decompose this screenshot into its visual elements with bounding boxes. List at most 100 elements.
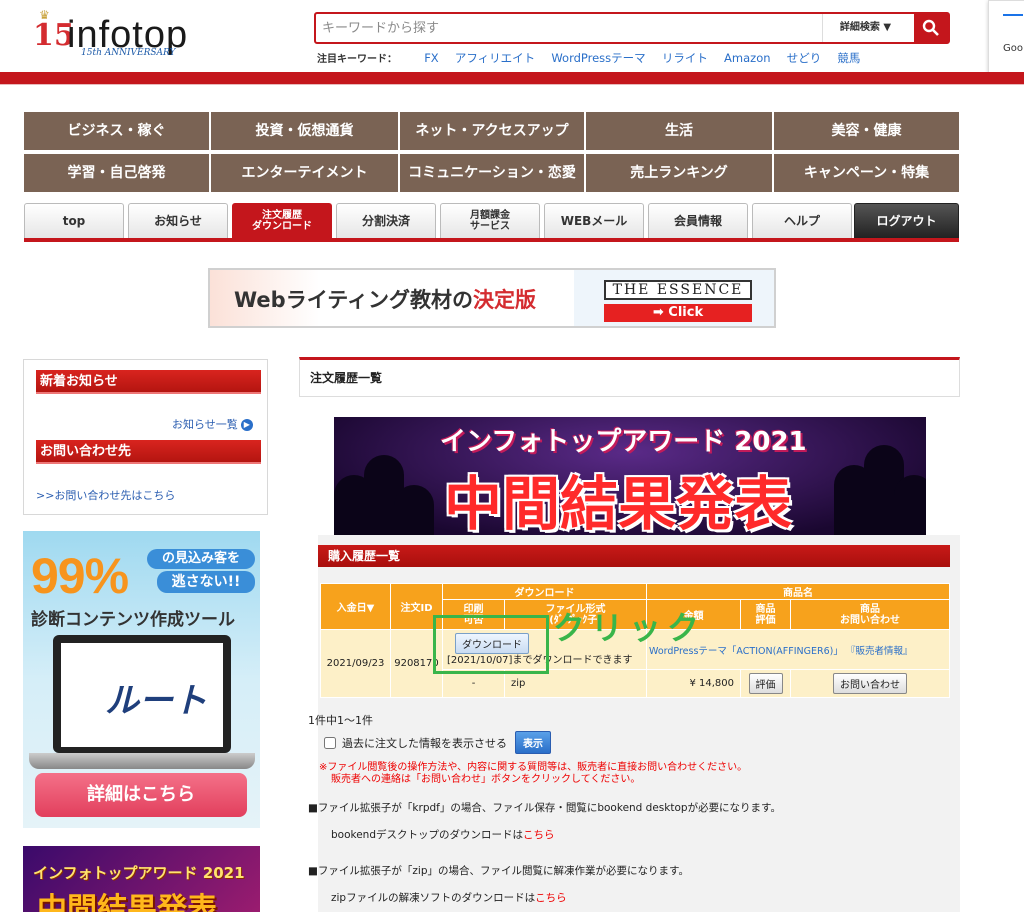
col-header-product: 商品名 [646,583,950,600]
category-campaign[interactable]: キャンペーン・特集 [774,154,959,192]
crowd-silhouette [894,475,926,535]
banner-headline: Webライティング教材の決定版 [234,284,536,314]
popup-accent-bar [1003,14,1023,16]
order-date: 2021/09/23 [320,629,391,698]
banner-right: THE ESSENCE ➡ Click [574,270,774,326]
category-investment[interactable]: 投資・仮想通貨 [211,112,398,150]
bookend-download-text: bookendデスクトップのダウンロードは [331,829,523,841]
keyword-link[interactable]: Amazon [724,51,770,65]
contact-link[interactable]: >>お問い合わせ先はこちら [36,487,175,503]
category-communication[interactable]: コミュニケーション・恋愛 [400,154,584,192]
tab-installment[interactable]: 分割決済 [336,203,436,238]
keyword-link[interactable]: リライト [662,51,708,65]
past-orders-row: 過去に注文した情報を表示させる 表示 [324,731,551,754]
page-title: 注文履歴一覧 [310,371,383,385]
banner-click-button[interactable]: ➡ Click [604,304,752,322]
bookend-download-line: bookendデスクトップのダウンロードはこちら [331,827,555,842]
writing-course-banner[interactable]: Webライティング教材の決定版 THE ESSENCE ➡ Click [208,268,776,328]
review-cell: 評価 [740,669,791,698]
category-learning[interactable]: 学習・自己啓発 [24,154,209,192]
ad-subline-1: の見込み客を [147,549,255,569]
krpdf-info: ■ファイル拡張子が「krpdf」の場合、ファイル保存・閲覧にbookend de… [308,802,782,814]
infotop-logo[interactable]: ♛ 15 infotop 15th ANNIVERSARY [33,8,213,58]
laptop-illustration: ルート [53,635,231,753]
award-side-banner[interactable]: インフォトップアワード 2021 中間結果発表 [23,846,260,912]
news-heading: 新着お知らせ [36,370,261,394]
zip-download-text: zipファイルの解凍ソフトのダウンロードは [331,892,536,904]
keyword-link[interactable]: 競馬 [837,51,860,65]
annotation-click-label: クリック [553,609,706,647]
tab-webmail[interactable]: WEBメール [544,203,644,238]
search-icon [922,19,939,36]
past-orders-label: 過去に注文した情報を表示させる [342,736,507,750]
keyword-link[interactable]: アフィリエイト [455,51,535,65]
category-ranking[interactable]: 売上ランキング [586,154,772,192]
ad-percentage: 99% [31,548,129,604]
zip-download-link[interactable]: こちら [535,892,567,904]
award-side-line-2: 中間結果発表 [37,892,217,912]
tab-news[interactable]: お知らせ [128,203,228,238]
laptop-keyboard [29,753,255,769]
col-header-download: ダウンロード [442,583,647,600]
contact-cell: お問い合わせ [790,669,950,698]
price: ¥ 14,800 [646,669,741,698]
contact-button[interactable]: お問い合わせ [833,673,907,694]
past-orders-checkbox[interactable] [324,736,336,749]
tab-help[interactable]: ヘルプ [752,203,852,238]
tab-member-info[interactable]: 会員情報 [648,203,748,238]
award-side-line-1: インフォトップアワード 2021 [33,864,245,882]
category-entertainment[interactable]: エンターテイメント [211,154,398,192]
search-bar: 詳細検索 ▼ [314,12,950,44]
banner-essence-logo: THE ESSENCE [604,280,752,300]
keywords-label: 注目キーワード： [317,54,397,65]
category-beauty-health[interactable]: 美容・健康 [774,112,959,150]
category-life[interactable]: 生活 [586,112,772,150]
show-button[interactable]: 表示 [515,731,551,754]
zip-download-line: zipファイルの解凍ソフトのダウンロードはこちら [331,890,567,905]
keyword-link[interactable]: WordPressテーマ [551,51,645,65]
tab-order-history[interactable]: 注文履歴 ダウンロード [232,203,332,238]
category-net-access[interactable]: ネット・アクセスアップ [400,112,584,150]
search-input[interactable] [322,18,802,38]
popup-text: Goo [1003,43,1023,54]
purchase-history-panel: 購入履歴一覧 入金日▼ 注文ID ダウンロード 商品名 印刷 可否 ファイル形式… [318,535,960,912]
col-header-contact: 商品 お問い合わせ [790,599,950,630]
header-divider-shadow [0,84,1024,85]
arrow-circle-icon: ▶ [240,419,253,431]
tab-underline [24,238,959,242]
keyword-link[interactable]: FX [424,51,439,65]
news-list-link[interactable]: お知らせ一覧 ▶ [172,416,253,432]
tab-top[interactable]: top [24,203,124,238]
logo-tagline: 15th ANNIVERSARY [81,48,176,58]
diagnosis-tool-ad[interactable]: 99% の見込み客を 逃さない!! 診断コンテンツ作成ツール ルート 詳細はこち… [23,531,260,828]
purchase-history-heading: 購入履歴一覧 [318,545,950,567]
award-title-line-2: 中間結果発表 [444,470,793,535]
ad-details-button[interactable]: 詳細はこちら [35,773,247,817]
category-business[interactable]: ビジネス・稼ぐ [24,112,209,150]
contact-heading: お問い合わせ先 [36,440,261,464]
contact-note: ※ファイル閲覧後の操作方法や、内容に関する質問等は、販売者に直接お問い合わせくだ… [319,762,747,786]
note-line-1: ※ファイル閲覧後の操作方法や、内容に関する質問等は、販売者に直接お問い合わせくだ… [319,762,748,773]
review-button[interactable]: 評価 [748,673,783,694]
header-divider [0,72,1024,84]
browser-popup[interactable]: Goo [988,0,1024,74]
pagination-info: 1件中1〜1件 [308,714,373,727]
bookend-download-link[interactable]: こちら [523,829,555,841]
col-header-date[interactable]: 入金日▼ [320,583,391,630]
search-button[interactable] [914,12,948,44]
banner-text-main: Webライティング教材の [234,288,474,312]
ad-tool-name: 診断コンテンツ作成ツール [31,610,235,630]
tab-monthly-billing[interactable]: 月額課金 サービス [440,203,540,238]
award-banner[interactable]: インフォトップアワード 2021 中間結果発表 [334,417,926,535]
banner-left: Webライティング教材の決定版 [210,270,574,326]
sidebar-info-box: 新着お知らせ お知らせ一覧 ▶ お問い合わせ先 >>お問い合わせ先はこちら [23,359,268,515]
ad-subline-2: 逃さない!! [157,571,255,593]
keyword-link[interactable]: せどり [787,51,822,65]
tab-logout[interactable]: ログアウト [854,203,959,238]
advanced-search-dropdown[interactable]: 詳細検索 ▼ [822,14,908,42]
news-list-link-label: お知らせ一覧 [172,418,238,431]
featured-keywords: 注目キーワード： FX アフィリエイト WordPressテーマ リライト Am… [317,50,873,66]
award-title-line-1: インフォトップアワード 2021 [440,427,807,457]
seller-info-link[interactable]: 『販売者情報』 [846,646,913,657]
col-header-review: 商品 評価 [740,599,791,630]
